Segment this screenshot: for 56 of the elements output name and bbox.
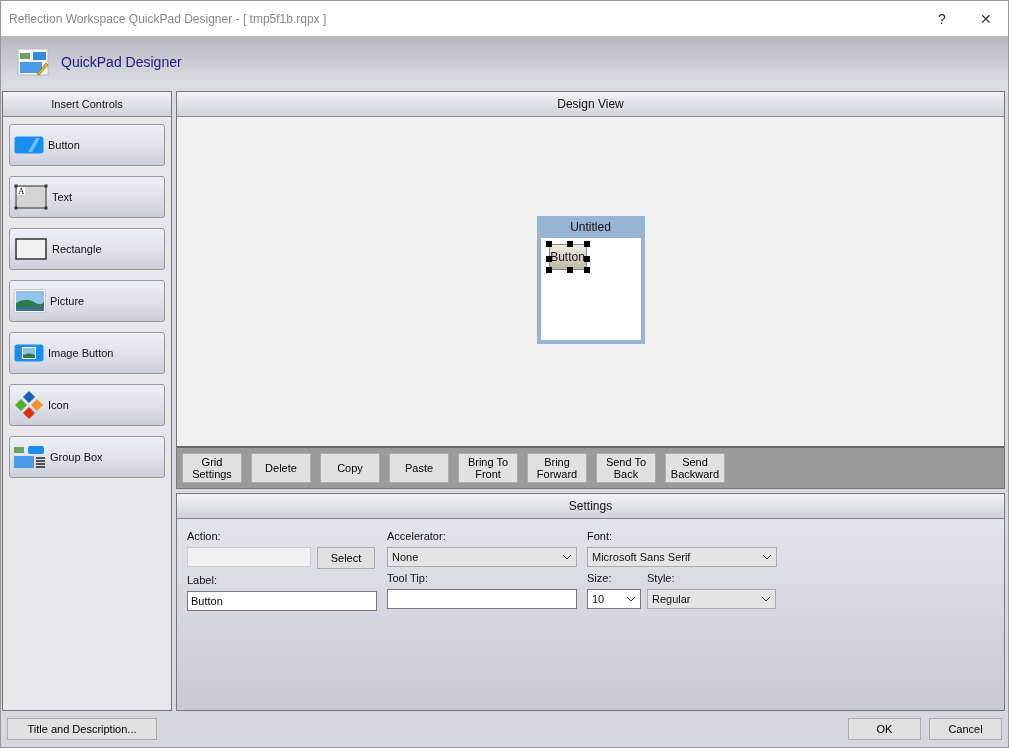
toolbar-button[interactable]: Send To Back — [596, 453, 656, 483]
landscape-picture-icon — [14, 289, 46, 313]
resize-handle[interactable] — [583, 240, 590, 247]
insert-control-button[interactable]: Rectangle — [9, 228, 165, 270]
insert-control-button[interactable]: A Text — [9, 176, 165, 218]
insert-control-button[interactable]: Button — [9, 124, 165, 166]
toolbar-button[interactable]: Copy — [320, 453, 380, 483]
field-label: Style: — [647, 571, 676, 585]
accelerator-dropdown[interactable]: None — [387, 547, 577, 567]
size-dropdown[interactable]: 10 — [587, 589, 641, 609]
field-label: Label: — [187, 573, 218, 587]
title-and-description-button[interactable]: Title and Description... — [7, 718, 157, 740]
field-label: Action: — [187, 529, 222, 543]
image-button-icon — [14, 344, 44, 362]
panel-header: Settings — [177, 494, 1004, 519]
field-label: Accelerator: — [387, 529, 447, 543]
insert-control-button[interactable]: Picture — [9, 280, 165, 322]
toolbar-button[interactable]: Bring To Front — [458, 453, 518, 483]
panel-header: Insert Controls — [3, 92, 171, 117]
toolbar-button[interactable]: Grid Settings — [182, 453, 242, 483]
resize-handle[interactable] — [566, 240, 573, 247]
dialog-button[interactable]: OK — [848, 718, 921, 740]
form-title: Untitled — [569, 218, 612, 236]
header-title: QuickPad Designer — [61, 54, 182, 70]
diamonds-icon — [14, 390, 44, 420]
insert-control-button[interactable]: Group Box — [9, 436, 165, 478]
group-box-icon — [14, 446, 46, 468]
toolbar-button[interactable]: Bring Forward — [527, 453, 587, 483]
insert-control-button[interactable]: Icon — [9, 384, 165, 426]
text-box-icon: A — [14, 184, 48, 210]
button-icon — [14, 136, 44, 154]
label-field[interactable]: Button — [187, 591, 377, 611]
tool-tip-field[interactable] — [387, 589, 577, 609]
dialog-button[interactable]: Cancel — [929, 718, 1002, 740]
rectangle-icon — [14, 237, 48, 261]
close-button[interactable]: ✕ — [964, 2, 1008, 35]
chevron-down-icon — [762, 554, 772, 560]
window-title: Reflection Workspace QuickPad Designer - [ tmp5f1b.rqpx ] — [9, 11, 327, 26]
form-button[interactable]: Button — [548, 243, 587, 270]
chevron-down-icon — [626, 596, 636, 602]
toolbar-button[interactable]: Send Backward — [665, 453, 725, 483]
field-label: Font: — [587, 529, 614, 543]
designer-icon — [17, 48, 49, 76]
resize-handle[interactable] — [566, 266, 573, 273]
panel-header: Design View — [177, 92, 1004, 117]
style-dropdown[interactable]: Regular — [647, 589, 776, 609]
toolbar-button[interactable]: Paste — [389, 453, 449, 483]
resize-handle[interactable] — [545, 240, 552, 247]
field-label: Size: — [587, 571, 613, 585]
insert-control-button[interactable]: Image Button — [9, 332, 165, 374]
toolbar-button[interactable]: Delete — [251, 453, 311, 483]
chevron-down-icon — [761, 596, 771, 602]
font-dropdown[interactable]: Microsoft Sans Serif — [587, 547, 777, 567]
chevron-down-icon — [562, 554, 572, 560]
field-label: Tool Tip: — [387, 571, 429, 585]
help-button[interactable]: ? — [920, 2, 964, 35]
